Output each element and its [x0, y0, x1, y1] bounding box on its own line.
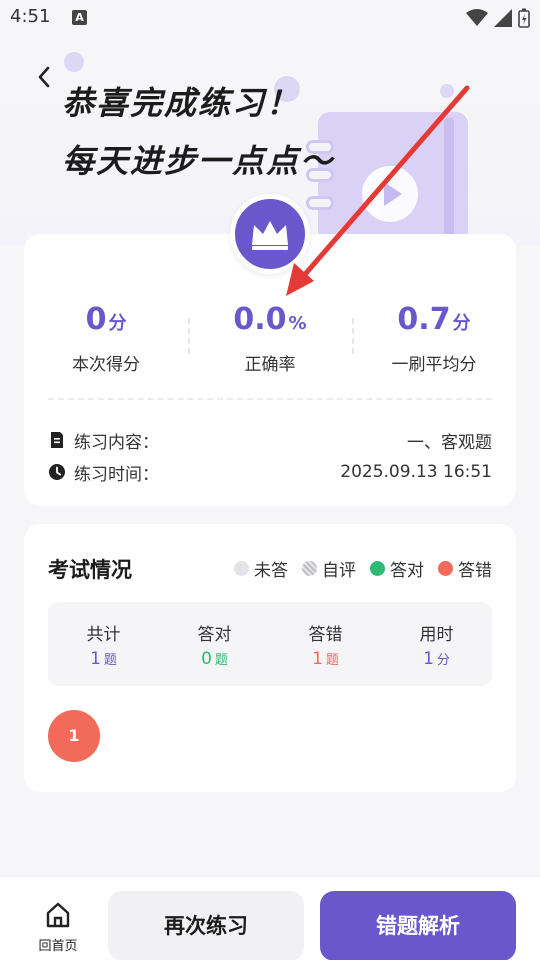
crown-icon	[252, 221, 288, 250]
info-label: 练习内容：	[74, 432, 159, 453]
unanswered-dot-icon	[234, 561, 249, 576]
crown-badge	[230, 194, 310, 274]
play-icon	[362, 166, 418, 222]
home-icon	[46, 902, 70, 928]
stat-label: 一刷平均分	[391, 355, 477, 375]
notification-icon: A	[72, 10, 87, 25]
self-eval-dot-icon	[302, 561, 317, 576]
status-icons	[466, 8, 530, 28]
info-value: 2025.09.13 16:51	[340, 462, 492, 482]
question-bubble[interactable]: 1	[48, 710, 100, 762]
home-button[interactable]: 回首页	[28, 901, 88, 957]
decor-bubble	[440, 84, 454, 98]
signal-icon	[494, 9, 512, 27]
stat-value: 0.0%	[233, 302, 307, 337]
divider	[48, 398, 492, 400]
hero-subtitle: 每天进步一点点～	[62, 142, 335, 180]
home-label: 回首页	[38, 939, 78, 954]
score-card: 0分 本次得分 0.0% 正确率 0.7 分 一刷平均分 练习内容： 一、客观题 …	[24, 234, 516, 506]
exam-card: 考试情况 未答 自评 答对 答错 共计 1题 答对 0题 答错 1题 用时 1分…	[24, 524, 516, 792]
status-time: 4:51	[10, 6, 51, 27]
summary-value: 1题	[312, 649, 339, 669]
chevron-left-icon	[38, 66, 50, 88]
stat-unit: %	[288, 313, 307, 334]
document-icon	[51, 432, 63, 448]
summary-label: 答对	[197, 625, 232, 645]
wrong-dot-icon	[438, 561, 453, 576]
notebook-ring	[306, 196, 334, 210]
info-row-time: 练习时间： 2025.09.13 16:51	[48, 460, 492, 485]
legend-self: 自评	[302, 556, 356, 581]
stat-label: 本次得分	[72, 355, 140, 375]
back-button[interactable]	[30, 62, 60, 92]
summary-value: 1分	[423, 649, 450, 669]
summary-wrong: 答错 1题	[270, 602, 381, 686]
summary-label: 用时	[419, 625, 454, 645]
legend-unanswered: 未答	[234, 556, 288, 581]
wrong-analysis-button[interactable]: 错题解析	[320, 891, 516, 960]
summary-value: 1题	[90, 649, 117, 669]
summary-box: 共计 1题 答对 0题 答错 1题 用时 1分	[48, 602, 492, 686]
retry-button[interactable]: 再次练习	[108, 891, 304, 960]
stat-average: 0.7 分 一刷平均分	[352, 302, 516, 382]
wifi-icon	[466, 9, 488, 26]
legend: 未答 自评 答对 答错	[220, 556, 492, 581]
summary-correct: 答对 0题	[159, 602, 270, 686]
stat-label: 正确率	[244, 355, 296, 375]
correct-dot-icon	[370, 561, 385, 576]
summary-duration: 用时 1分	[381, 602, 492, 686]
decor-bubble	[64, 52, 84, 72]
bottom-bar: 回首页 再次练习 错题解析	[0, 876, 540, 960]
info-value: 一、客观题	[407, 432, 492, 453]
summary-label: 共计	[86, 625, 121, 645]
legend-wrong: 答错	[438, 556, 492, 581]
summary-value: 0题	[201, 649, 228, 669]
summary-total: 共计 1题	[48, 602, 159, 686]
status-bar: 4:51 A	[0, 0, 540, 36]
summary-label: 答错	[308, 625, 343, 645]
stats-row: 0分 本次得分 0.0% 正确率 0.7 分 一刷平均分	[24, 302, 516, 382]
notebook-spine	[444, 118, 454, 246]
battery-icon	[518, 8, 530, 28]
stat-unit: 分	[452, 313, 471, 334]
exam-title: 考试情况	[48, 558, 132, 582]
info-label: 练习时间：	[74, 464, 159, 485]
stat-unit: 分	[108, 313, 127, 334]
legend-correct: 答对	[370, 556, 424, 581]
stat-score: 0分 本次得分	[24, 302, 188, 382]
stat-value: 0.7 分	[397, 302, 471, 337]
stat-value: 0分	[85, 302, 127, 337]
info-row-content: 练习内容： 一、客观题	[48, 428, 492, 453]
hero-title: 恭喜完成练习！	[62, 84, 301, 122]
stat-accuracy: 0.0% 正确率	[188, 302, 352, 382]
clock-icon	[49, 464, 65, 480]
